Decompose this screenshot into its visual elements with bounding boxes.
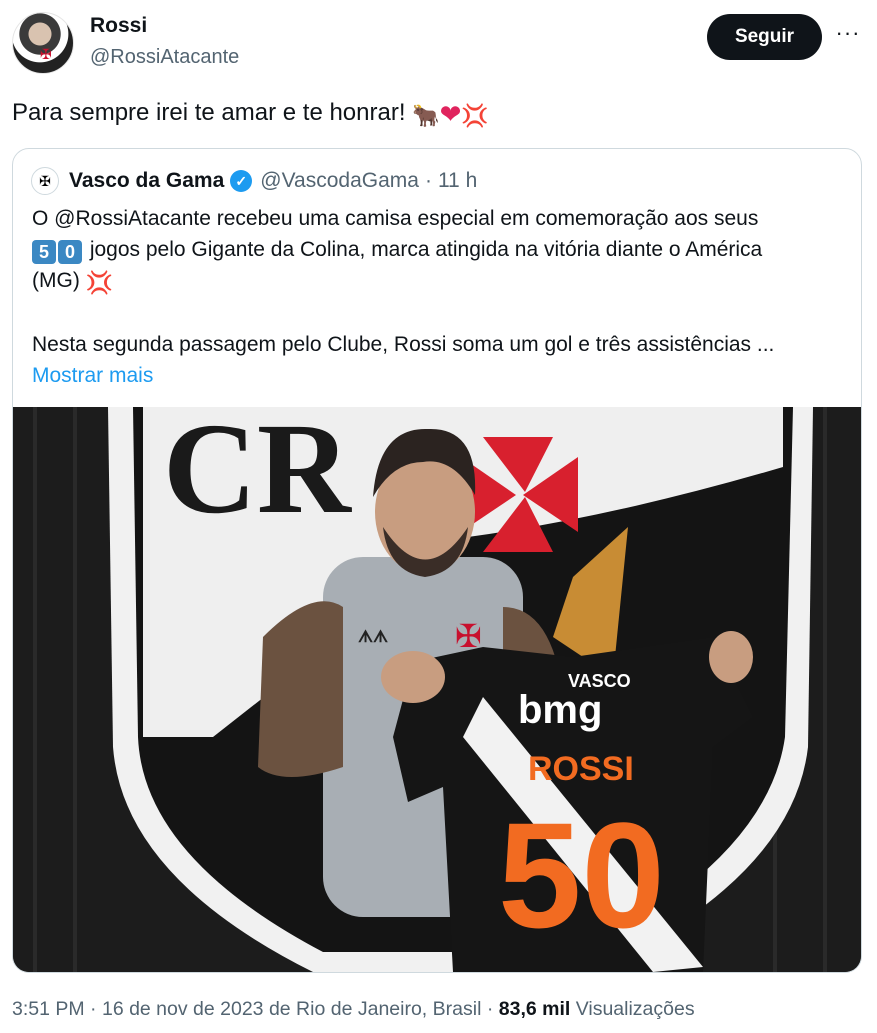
quoted-text-line2: 50 jogos pelo Gigante da Colina, marca a… [32, 234, 847, 265]
verified-badge-icon: ✓ [230, 170, 253, 192]
red-heart-emoji-icon: ❤ [439, 99, 462, 129]
anger-symbol-emoji-icon: 💢 [461, 103, 489, 128]
tweet-photo[interactable]: CR ᗑᗑ ✠ VASCO bmg ROSSI 50 [13, 407, 861, 972]
jersey-number: 50 [498, 791, 665, 959]
tweet-text: Para sempre irei te amar e te honrar! 🐂❤… [12, 96, 489, 133]
quoted-text-line3: (MG) 💢 [32, 265, 847, 298]
quoted-text-line2-rest: jogos pelo Gigante da Colina, marca atin… [84, 238, 763, 261]
anger-symbol-emoji-icon: 💢 [85, 270, 114, 295]
tweet-text-content: Para sempre irei te amar e te honrar! [12, 99, 406, 126]
quoted-paragraph2: Nesta segunda passagem pelo Clube, Rossi… [32, 333, 775, 356]
photo-illustration: CR ᗑᗑ ✠ VASCO bmg ROSSI 50 [13, 407, 861, 972]
more-options-icon[interactable]: ··· [830, 20, 866, 52]
tweet-date[interactable]: 16 de nov de 2023 [102, 998, 264, 1020]
quoted-author-handle[interactable]: @VascodaGama [260, 169, 419, 193]
keycap-five-emoji-icon: 5 [32, 240, 56, 264]
meta-separator: · [486, 998, 494, 1020]
tweet-time[interactable]: 3:51 PM [12, 998, 85, 1020]
quoted-timestamp[interactable]: 11 h [438, 169, 477, 193]
quoted-text-line3-content: (MG) [32, 269, 86, 292]
jersey-sponsor: bmg [518, 688, 602, 732]
quoted-tweet-body: O @RossiAtacante recebeu uma camisa espe… [32, 203, 847, 391]
author-avatar[interactable]: ✠ [12, 12, 74, 74]
jersey-name: ROSSI [528, 750, 634, 788]
cr-monogram: CR [163, 407, 353, 541]
quoted-author-name[interactable]: Vasco da Gama [69, 169, 224, 193]
tweet-location: de Rio de Janeiro, Brasil [268, 998, 482, 1020]
quoted-avatar[interactable]: ✠ [31, 167, 59, 195]
author-handle[interactable]: @RossiAtacante [90, 46, 239, 69]
cross-icon: ✠ [40, 46, 52, 62]
show-more-link[interactable]: Mostrar mais [32, 360, 847, 391]
keycap-zero-emoji-icon: 0 [58, 240, 82, 264]
quoted-text-line1: O @RossiAtacante recebeu uma camisa espe… [32, 207, 759, 230]
follow-button[interactable]: Seguir [707, 14, 822, 60]
meta-separator: · [90, 998, 97, 1020]
svg-text:ᗑᗑ: ᗑᗑ [358, 629, 388, 646]
views-count[interactable]: 83,6 mil [499, 998, 571, 1020]
quoted-tweet-header: ✠ Vasco da Gama ✓ @VascodaGama · 11 h [31, 167, 477, 195]
author-name[interactable]: Rossi [90, 14, 147, 38]
quoted-tweet-card[interactable]: ✠ Vasco da Gama ✓ @VascodaGama · 11 h O … [12, 148, 862, 973]
views-label: Visualizações [575, 998, 695, 1020]
bull-emoji-icon: 🐂 [412, 103, 440, 128]
quoted-paragraph-spacer [32, 298, 847, 329]
header-separator: · [424, 169, 432, 192]
tweet-meta: 3:51 PM · 16 de nov de 2023 de Rio de Ja… [12, 998, 695, 1021]
